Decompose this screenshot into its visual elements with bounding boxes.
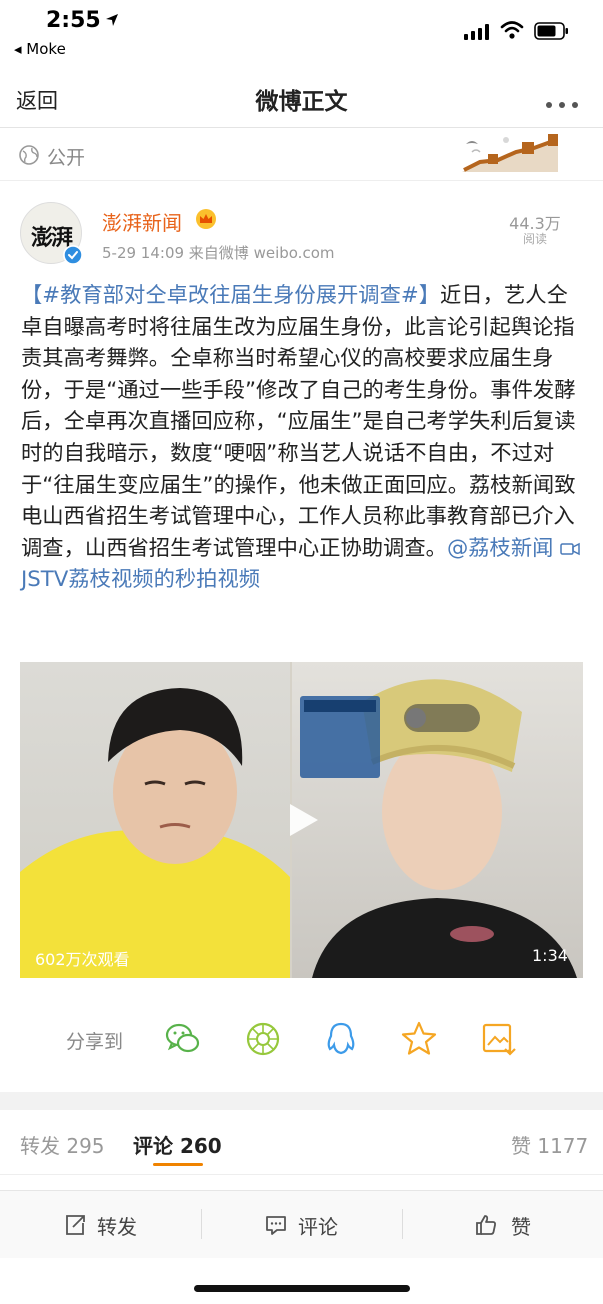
nav-bar: 返回 微博正文 <box>0 68 603 128</box>
wechat-icon[interactable] <box>164 1020 202 1058</box>
play-icon[interactable] <box>282 800 322 840</box>
more-options-icon[interactable] <box>546 93 586 108</box>
status-time: 2:55 <box>46 8 101 33</box>
cellular-signal-icon <box>464 24 489 40</box>
back-to-app[interactable]: ◂ Moke <box>14 40 66 58</box>
post-body-text: 近日，艺人仝卓自曝高考时将往届生改为应届生身份，此言论引起舆论指责其高考舞弊。仝… <box>21 283 576 561</box>
favorite-icon[interactable] <box>400 1020 438 1058</box>
battery-icon <box>534 22 568 40</box>
bottom-action-bar: 转发 评论 赞 <box>0 1190 603 1258</box>
bar-separator <box>402 1209 403 1239</box>
status-bar: 2:55 ◂ Moke <box>0 0 603 68</box>
video-view-count: 602万次观看 <box>35 950 130 969</box>
wifi-icon <box>500 21 524 39</box>
mention-link[interactable]: @荔枝新闻 <box>447 536 554 561</box>
share-label: 分享到 <box>66 1031 124 1053</box>
video-left-frame <box>20 662 290 978</box>
tab-comment[interactable]: 评论 260 <box>133 1130 222 1159</box>
tab-like[interactable]: 赞 1177 <box>511 1130 588 1159</box>
video-duration: 1:34 <box>532 946 568 965</box>
video-source-link[interactable]: JSTV荔枝视频的秒拍视频 <box>21 567 260 592</box>
tab-repost[interactable]: 转发 295 <box>20 1130 105 1159</box>
video-player[interactable]: 602万次观看 1:34 <box>20 662 583 978</box>
qq-icon[interactable] <box>322 1020 360 1058</box>
moments-icon[interactable] <box>244 1020 282 1058</box>
member-crown-icon[interactable] <box>195 208 217 230</box>
video-link-icon <box>560 542 580 555</box>
home-indicator <box>194 1285 410 1292</box>
globe-icon <box>19 145 39 165</box>
repost-button[interactable]: 转发 <box>97 1211 137 1240</box>
video-right-frame-art <box>300 679 577 978</box>
post-meta: 5-29 14:09 来自微博 weibo.com <box>102 244 335 262</box>
great-wall-decoration-icon <box>462 134 558 172</box>
video-right-frame <box>292 662 583 978</box>
weibo-post-page: 2:55 ◂ Moke 返回 微博正文 公开 澎湃 澎湃新闻 5-29 14:0… <box>0 0 603 1304</box>
video-left-frame-art <box>20 688 290 978</box>
tabs-divider <box>0 1174 603 1175</box>
bar-separator <box>201 1209 202 1239</box>
hashtag-link[interactable]: 【#教育部对仝卓改往届生身份展开调查#】 <box>21 283 440 308</box>
thumbs-up-icon <box>476 1215 496 1235</box>
read-count-label: 阅读 <box>522 232 547 246</box>
author-name[interactable]: 澎湃新闻 <box>102 207 182 236</box>
section-divider <box>0 1092 603 1110</box>
post-body: 【#教育部对仝卓改往届生身份展开调查#】近日，艺人仝卓自曝高考时将往届生改为应届… <box>21 280 587 596</box>
page-title: 微博正文 <box>255 89 348 115</box>
active-tab-indicator <box>153 1163 203 1166</box>
visibility-row: 公开 <box>0 128 603 181</box>
save-image-icon[interactable] <box>480 1020 518 1058</box>
location-arrow-icon <box>106 14 118 26</box>
verified-badge-icon <box>63 245 83 265</box>
like-button[interactable]: 赞 <box>511 1211 531 1240</box>
repost-icon <box>66 1215 85 1235</box>
visibility-label: 公开 <box>47 147 86 169</box>
comment-icon <box>266 1216 286 1235</box>
comment-button[interactable]: 评论 <box>298 1211 338 1240</box>
